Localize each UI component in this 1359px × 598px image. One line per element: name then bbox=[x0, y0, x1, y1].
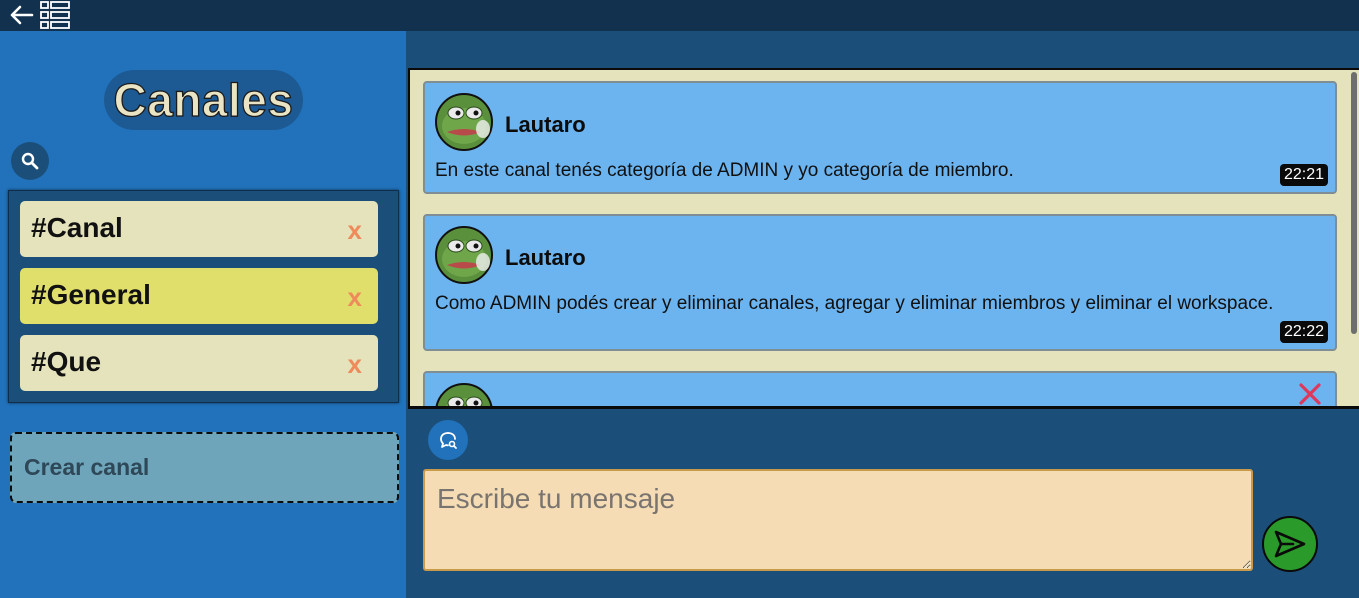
top-bar bbox=[0, 0, 1359, 31]
message-item: Lautaro En este canal tenés categoría de… bbox=[423, 81, 1337, 194]
send-button[interactable] bbox=[1262, 516, 1318, 572]
avatar bbox=[435, 226, 493, 284]
message-author: Lautaro bbox=[505, 112, 586, 137]
arrow-left-icon[interactable] bbox=[8, 3, 34, 27]
send-icon bbox=[1274, 530, 1306, 558]
chat-header bbox=[408, 31, 1359, 69]
message-list[interactable]: Lautaro En este canal tenés categoría de… bbox=[408, 68, 1359, 409]
channel-name: #Canal bbox=[31, 212, 123, 243]
delete-message-icon[interactable] bbox=[1297, 381, 1323, 407]
create-channel-label: Crear canal bbox=[24, 454, 150, 480]
channel-name: #General bbox=[31, 279, 151, 310]
message-time: 22:21 bbox=[1279, 164, 1328, 186]
search-icon bbox=[21, 152, 39, 170]
chat-search-icon bbox=[440, 432, 457, 449]
message-text: Como ADMIN podés crear y eliminar canale… bbox=[435, 293, 1274, 314]
channels-sidebar: Canales #Canal x #General x #Que x Crear… bbox=[0, 31, 408, 598]
channels-title: Canales bbox=[113, 73, 294, 126]
message-composer bbox=[408, 409, 1359, 598]
channel-list: #Canal x #General x #Que x bbox=[8, 190, 399, 403]
channel-name: #Que bbox=[31, 346, 102, 377]
avatar bbox=[435, 383, 493, 406]
search-messages-button[interactable] bbox=[428, 420, 468, 460]
message-author: Lautaro bbox=[505, 245, 586, 270]
delete-channel-button[interactable]: x bbox=[348, 215, 362, 246]
message-text: En este canal tenés categoría de ADMIN y… bbox=[435, 160, 1014, 181]
message-item bbox=[423, 371, 1337, 407]
channel-item-general[interactable]: #General x bbox=[20, 268, 378, 324]
search-channels-button[interactable] bbox=[11, 142, 49, 180]
avatar bbox=[435, 93, 493, 151]
list-icon[interactable] bbox=[39, 0, 71, 30]
message-input[interactable] bbox=[423, 469, 1253, 571]
message-time: 22:22 bbox=[1279, 321, 1328, 343]
channel-item-canal[interactable]: #Canal x bbox=[20, 201, 378, 257]
message-item: Lautaro Como ADMIN podés crear y elimina… bbox=[423, 214, 1337, 351]
channel-item-que[interactable]: #Que x bbox=[20, 335, 378, 391]
message-scrollbar[interactable] bbox=[1351, 72, 1357, 334]
delete-channel-button[interactable]: x bbox=[348, 282, 362, 313]
channels-title-pill: Canales bbox=[104, 70, 303, 130]
create-channel-button[interactable]: Crear canal bbox=[10, 432, 399, 503]
delete-channel-button[interactable]: x bbox=[348, 349, 362, 380]
